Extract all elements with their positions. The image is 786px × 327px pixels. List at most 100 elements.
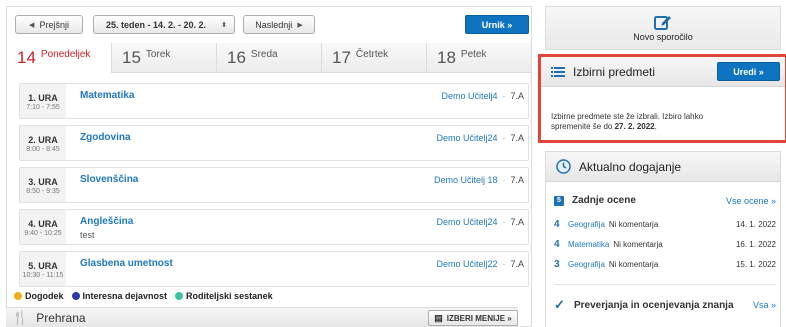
- lesson-list: 1. URA 7:10 - 7:55 Matematika Demo Učite…: [19, 83, 529, 293]
- grade-row: 4 Matematika Ni komentarja 16. 1. 2022: [554, 234, 776, 254]
- choose-menu-button[interactable]: ▤ IZBERI MENIJE »: [428, 310, 518, 326]
- prev-week-button[interactable]: ◀ Prejšnji: [15, 15, 83, 34]
- all-grades-link[interactable]: Vse ocene »: [726, 196, 776, 206]
- period-box: 4. URA 9:40 - 10:25: [20, 210, 66, 244]
- period-box: 5. URA 10:30 - 11:15: [20, 252, 66, 286]
- period-label: 3. URA: [28, 177, 58, 187]
- lesson-row[interactable]: 5. URA 10:30 - 11:15 Glasbena umetnost D…: [19, 251, 529, 287]
- latest-grades-title: Zadnje ocene: [572, 195, 636, 206]
- prehrana-title: Prehrana: [36, 310, 86, 325]
- urnik-button[interactable]: Urnik »: [465, 15, 529, 34]
- teacher-info: Demo Učitelj 18 · 7.A: [434, 175, 524, 185]
- week-toolbar: ◀ Prejšnji 25. teden - 14. 2. - 20. 2. ⬍…: [15, 15, 529, 35]
- grade-subject-link[interactable]: Geografija: [568, 260, 605, 269]
- legend-label: Roditeljski sestanek: [186, 291, 273, 301]
- prehrana-bar: 🍴 Prehrana ▤ IZBERI MENIJE »: [6, 307, 518, 327]
- grade-row: 3 Geografija Ni komentarja 15. 1. 2022: [554, 254, 776, 274]
- period-box: 1. URA 7:10 - 7:55: [20, 84, 66, 118]
- separator-dot: ·: [502, 175, 506, 185]
- period-label: 2. URA: [28, 135, 58, 145]
- legend-item: Roditeljski sestanek: [175, 291, 273, 301]
- period-time: 8:50 - 9:35: [26, 188, 60, 195]
- class-label: 7.A: [510, 175, 524, 185]
- teacher-link[interactable]: Demo Učitelj 18: [434, 175, 498, 185]
- separator-dot: ·: [502, 259, 506, 269]
- tab-day-1[interactable]: 14 Ponedeljek: [7, 43, 111, 73]
- tab-day-5[interactable]: 18 Petek: [426, 43, 531, 72]
- day-number: 14: [17, 48, 36, 67]
- lesson-row[interactable]: 2. URA 8:00 - 8:45 Zgodovina Demo Učitel…: [19, 125, 529, 161]
- grade-date: 14. 1. 2022: [735, 219, 776, 229]
- subject-link[interactable]: Glasbena umetnost: [80, 258, 173, 269]
- separator-dot: ·: [502, 91, 506, 101]
- legend-label: Interesna dejavnost: [82, 291, 168, 301]
- teacher-info: Demo Učitelj24 · 7.A: [436, 217, 524, 227]
- grade-subject-link[interactable]: Matematika: [568, 240, 609, 249]
- teacher-link[interactable]: Demo Učitelj24: [436, 133, 497, 143]
- prev-week-label: Prejšnji: [39, 19, 69, 30]
- day-number: 17: [332, 48, 351, 67]
- class-label: 7.A: [510, 217, 524, 227]
- legend-item: Dogodek: [14, 291, 64, 301]
- class-label: 7.A: [510, 259, 524, 269]
- cutlery-icon: 🍴: [12, 309, 29, 325]
- week-select-label: 25. teden - 14. 2. - 20. 2.: [106, 19, 207, 30]
- grade-date: 16. 1. 2022: [735, 239, 776, 249]
- current-events-title: Aktualno dogajanje: [579, 159, 682, 174]
- grade-comment: Ni komentarja: [613, 239, 663, 249]
- day-name: Ponedeljek: [40, 49, 91, 60]
- next-week-button[interactable]: Naslednji ▶: [243, 15, 315, 34]
- new-message-label: Novo sporočilo: [633, 32, 693, 42]
- subject-link[interactable]: Matematika: [80, 90, 134, 101]
- current-events-panel: Aktualno dogajanje 5 Zadnje ocene Vse oc…: [545, 151, 781, 327]
- choose-menu-label: IZBERI MENIJE »: [446, 313, 512, 323]
- grade-value: 3: [554, 258, 560, 270]
- elective-deadline-date: 27. 2. 2022: [614, 122, 655, 131]
- all-tests-link[interactable]: Vsa »: [753, 300, 776, 310]
- day-tabs: 14 Ponedeljek 15 Torek 16 Sreda 17 Četrt…: [7, 43, 531, 73]
- lesson-row[interactable]: 4. URA 9:40 - 10:25 Angleščina test Demo…: [19, 209, 529, 245]
- period-time: 7:10 - 7:55: [26, 104, 60, 111]
- tab-day-4[interactable]: 17 Četrtek: [321, 43, 426, 72]
- class-label: 7.A: [510, 91, 524, 101]
- checkmark-icon: ✓: [554, 297, 565, 312]
- grade-subject-link[interactable]: Geografija: [568, 220, 605, 229]
- grade-value: 4: [554, 218, 560, 230]
- class-label: 7.A: [510, 133, 524, 143]
- lesson-row[interactable]: 3. URA 8:50 - 9:35 Slovenščina Demo Učit…: [19, 167, 529, 203]
- teacher-link[interactable]: Demo Učitelj22: [436, 259, 497, 269]
- day-name: Četrtek: [355, 49, 389, 60]
- next-week-label: Naslednji: [255, 19, 293, 30]
- period-label: 4. URA: [28, 219, 58, 229]
- teacher-link[interactable]: Demo Učitelj24: [436, 217, 497, 227]
- grade-comment: Ni komentarja: [608, 219, 659, 229]
- day-name: Petek: [460, 49, 487, 60]
- event-dot-icon: [14, 292, 22, 300]
- period-box: 3. URA 8:50 - 9:35: [20, 168, 66, 202]
- grade-row: 4 Geografija Ni komentarja 14. 1. 2022: [554, 214, 776, 234]
- lesson-row[interactable]: 1. URA 7:10 - 7:55 Matematika Demo Učite…: [19, 83, 529, 119]
- divider: [554, 284, 776, 285]
- caret-left-icon: ◀: [29, 21, 35, 29]
- elective-text-after: .: [654, 122, 657, 131]
- subject-link[interactable]: Zgodovina: [80, 132, 131, 143]
- subject-link[interactable]: Angleščina: [80, 216, 133, 227]
- day-number: 16: [227, 48, 246, 67]
- grade-comment: Ni komentarja: [608, 259, 659, 269]
- grades-list: 4 Geografija Ni komentarja 14. 1. 2022 4…: [554, 214, 776, 274]
- teacher-info: Demo Učitelj4 · 7.A: [441, 91, 524, 101]
- separator-dot: ·: [502, 217, 506, 227]
- current-events-header: Aktualno dogajanje: [546, 152, 780, 182]
- day-number: 15: [122, 48, 141, 67]
- caret-right-icon: ▶: [297, 21, 303, 29]
- tab-day-2[interactable]: 15 Torek: [111, 43, 216, 72]
- subject-link[interactable]: Slovenščina: [80, 174, 138, 185]
- tests-title: Preverjanja in ocenjevanja znanja: [574, 299, 734, 311]
- latest-grades-header: 5 Zadnje ocene Vse ocene »: [554, 195, 776, 206]
- tab-day-3[interactable]: 16 Sreda: [216, 43, 321, 72]
- new-message-button[interactable]: Novo sporočilo: [545, 6, 781, 50]
- teacher-info: Demo Učitelj22 · 7.A: [436, 259, 524, 269]
- week-select[interactable]: 25. teden - 14. 2. - 20. 2. ⬍: [93, 15, 235, 34]
- edit-electives-button[interactable]: Uredi »: [717, 62, 780, 81]
- teacher-link[interactable]: Demo Učitelj4: [441, 91, 497, 101]
